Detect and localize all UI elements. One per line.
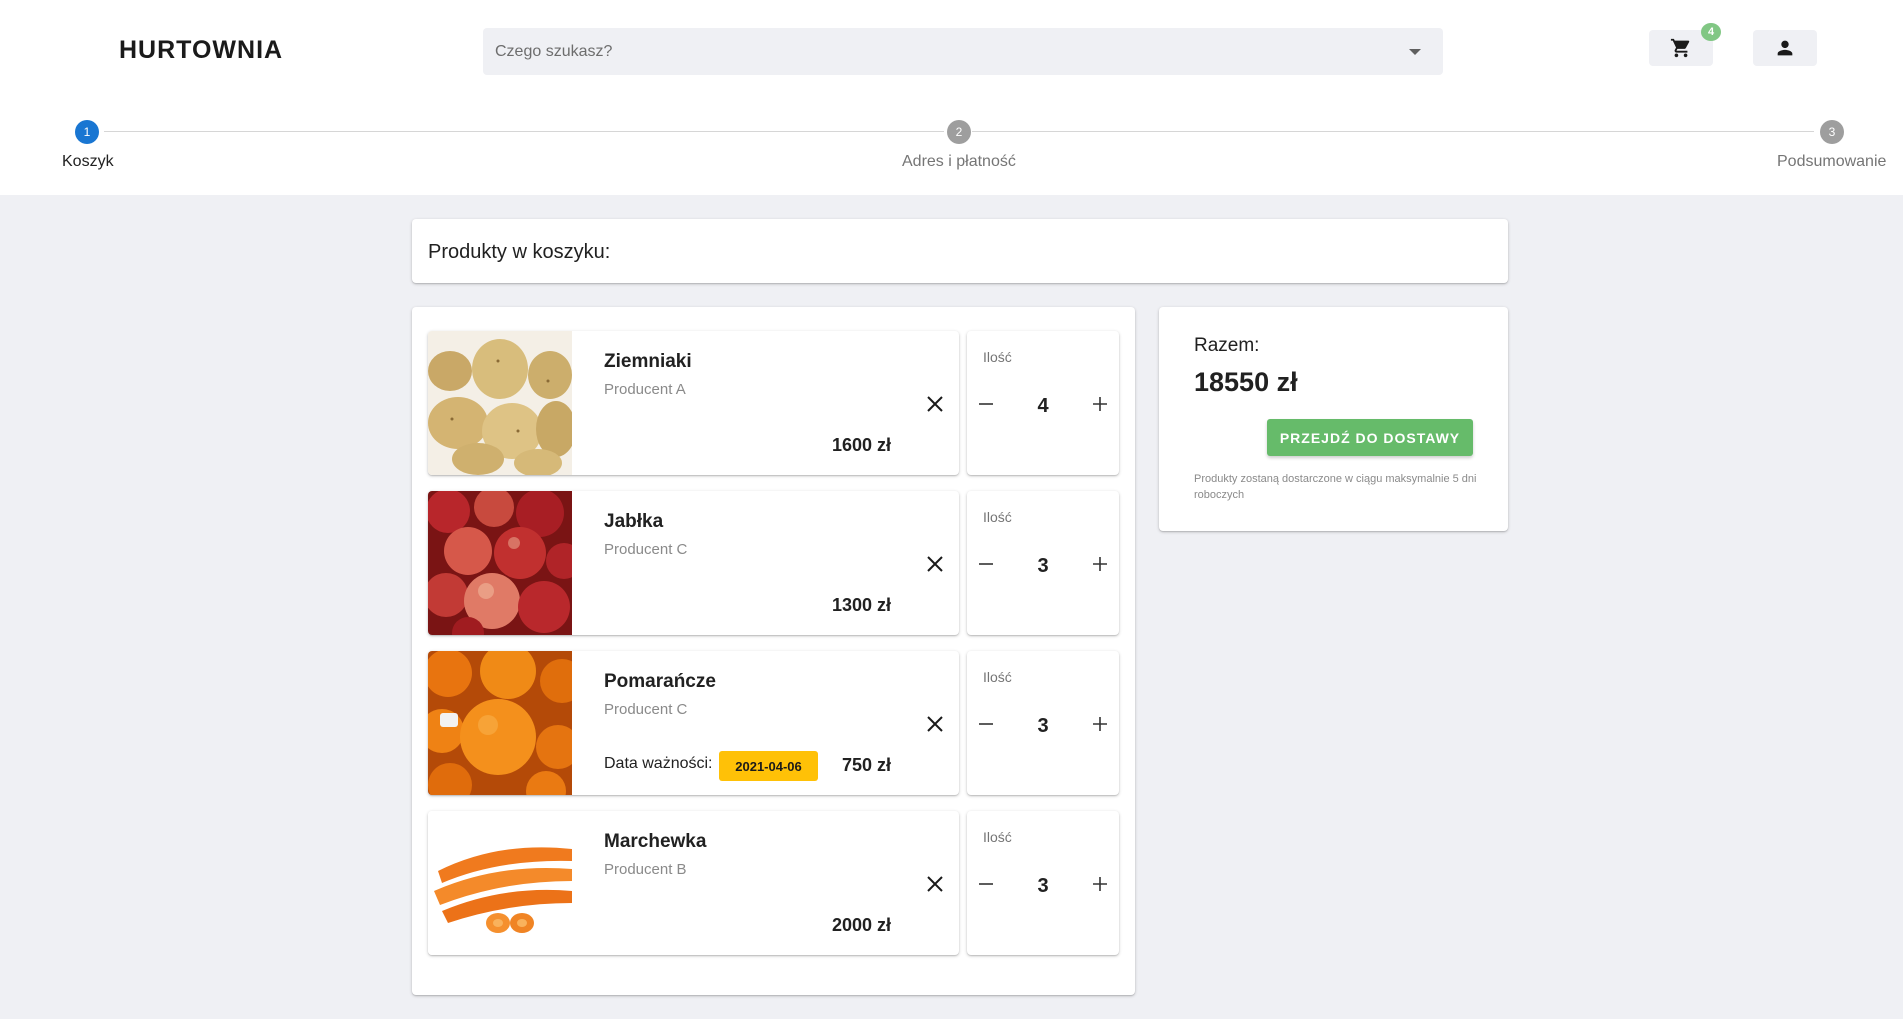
user-icon (1777, 40, 1793, 56)
search-placeholder: Czego szukasz? (495, 43, 613, 60)
cart-count-badge: 4 (1701, 23, 1721, 41)
step-3-indicator[interactable]: 3 (1820, 120, 1844, 144)
expiry-label: Data ważności: (604, 755, 713, 772)
expiry-date-badge: 2021-04-06 (719, 751, 818, 781)
product-name[interactable]: Pomarańcze (604, 671, 716, 693)
product-price: 1600 zł (831, 435, 891, 455)
remove-item-icon[interactable] (924, 713, 946, 735)
quantity-stepper: Ilość 4 (967, 331, 1119, 475)
product-price: 2000 zł (831, 915, 891, 935)
logo[interactable]: HURTOWNIA (119, 36, 283, 65)
total-value: 18550 zł (1194, 367, 1298, 397)
step-1-label[interactable]: Koszyk (62, 153, 114, 171)
quantity-label: Ilość (983, 509, 1012, 525)
product-producer: Producent B (604, 861, 687, 878)
product-price: 1300 zł (831, 595, 891, 615)
remove-item-icon[interactable] (924, 873, 946, 895)
quantity-label: Ilość (983, 829, 1012, 845)
stepper-connector (972, 131, 1814, 132)
cart-item: Jabłka Producent C 1300 zł (428, 491, 959, 635)
quantity-label: Ilość (983, 349, 1012, 365)
order-summary-card: Razem: 18550 zł PRZEJDŹ DO DOSTAWY Produ… (1159, 307, 1508, 531)
step-2-label[interactable]: Adres i płatność (902, 153, 1016, 171)
product-producer: Producent C (604, 541, 688, 558)
product-producer: Producent A (604, 381, 686, 398)
step-1-indicator[interactable]: 1 (75, 120, 99, 144)
dropdown-arrow-icon[interactable] (1409, 49, 1421, 55)
cart-item: Ziemniaki Producent A 1600 zł (428, 331, 959, 475)
product-producer: Producent C (604, 701, 688, 718)
cart-item: Pomarańcze Producent C Data ważności: 20… (428, 651, 959, 795)
proceed-to-delivery-button[interactable]: PRZEJDŹ DO DOSTAWY (1267, 419, 1473, 456)
increase-quantity-icon[interactable] (1091, 875, 1109, 893)
product-price: 750 zł (841, 755, 891, 775)
product-name[interactable]: Ziemniaki (604, 351, 692, 373)
remove-item-icon[interactable] (924, 553, 946, 575)
stepper-connector (104, 131, 944, 132)
total-label: Razem: (1194, 335, 1260, 356)
quantity-label: Ilość (983, 669, 1012, 685)
step-2-indicator[interactable]: 2 (947, 120, 971, 144)
cart-icon (1670, 38, 1690, 58)
user-account-button[interactable] (1753, 30, 1817, 66)
increase-quantity-icon[interactable] (1091, 555, 1109, 573)
quantity-stepper: Ilość 3 (967, 491, 1119, 635)
quantity-stepper: Ilość 3 (967, 651, 1119, 795)
search-input[interactable]: Czego szukasz? (483, 28, 1443, 75)
cart-item: Marchewka Producent B 2000 zł (428, 811, 959, 955)
increase-quantity-icon[interactable] (1091, 395, 1109, 413)
product-image-potatoes (428, 331, 572, 475)
product-image-carrots (428, 811, 572, 955)
increase-quantity-icon[interactable] (1091, 715, 1109, 733)
step-3-label[interactable]: Podsumowanie (1777, 153, 1886, 171)
delivery-note: Produkty zostaną dostarczone w ciągu mak… (1194, 473, 1477, 501)
product-image-oranges (428, 651, 572, 795)
header: HURTOWNIA Czego szukasz? 4 1 Koszyk 2 Ad… (0, 0, 1903, 195)
remove-item-icon[interactable] (924, 393, 946, 415)
cart-title: Produkty w koszyku: (428, 241, 611, 263)
product-image-apples (428, 491, 572, 635)
cart-items-panel: Ziemniaki Producent A 1600 zł Ilość 4 Ja… (412, 307, 1135, 995)
product-name[interactable]: Jabłka (604, 511, 663, 533)
product-name[interactable]: Marchewka (604, 831, 706, 853)
cart-title-card: Produkty w koszyku: (412, 219, 1508, 283)
quantity-stepper: Ilość 3 (967, 811, 1119, 955)
